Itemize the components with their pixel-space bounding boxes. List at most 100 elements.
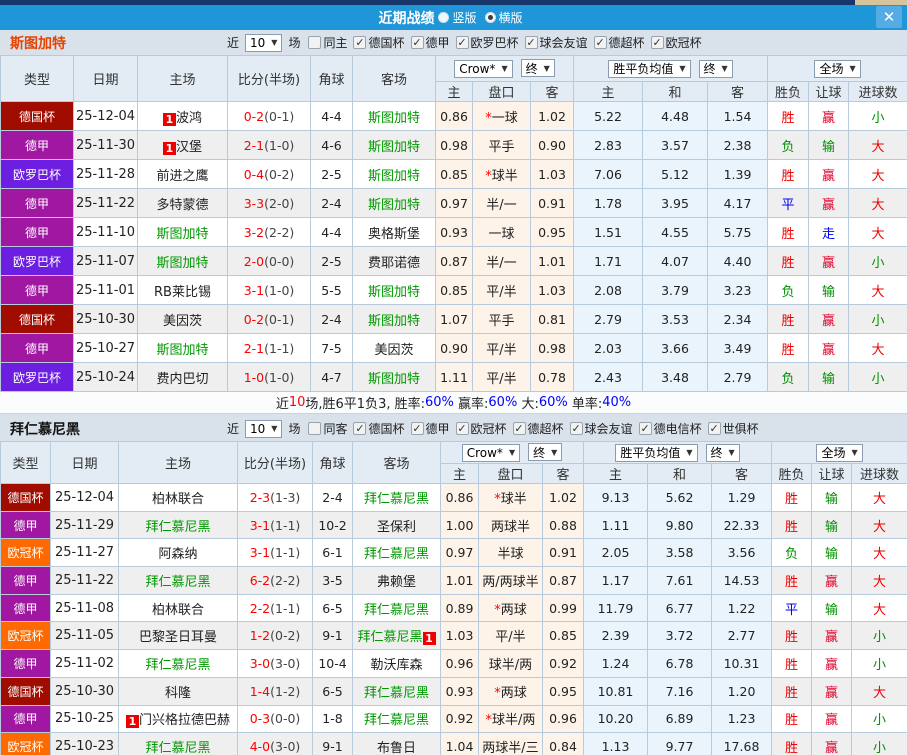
league-6-checkbox[interactable]	[708, 422, 721, 435]
halftime-score: (0-0)	[264, 254, 294, 269]
league-1-checkbox[interactable]	[411, 36, 424, 49]
home-team: RB莱比锡	[138, 276, 228, 305]
fulltime-score: 0-2	[244, 109, 264, 124]
league-1-label[interactable]: 德甲	[426, 420, 450, 437]
handicap-line: 两球半/三	[479, 733, 543, 755]
vertical-layout-radio[interactable]	[438, 12, 449, 23]
home-team: 拜仁慕尼黑	[119, 650, 238, 678]
league-2-label[interactable]: 欧冠杯	[471, 420, 507, 437]
match-date: 25-12-04	[74, 102, 138, 131]
close-icon[interactable]: ✕	[876, 6, 902, 28]
match-date: 25-10-23	[51, 733, 119, 755]
league-0-checkbox[interactable]	[353, 36, 366, 49]
sub-header-6: 胜负	[772, 464, 812, 484]
league-3-label[interactable]: 球会友谊	[540, 34, 588, 51]
odds-final-select[interactable]: 终▼	[521, 59, 555, 77]
league-1-checkbox[interactable]	[411, 422, 424, 435]
same-venue-label[interactable]: 同主	[323, 34, 347, 51]
league-4-label[interactable]: 德超杯	[609, 34, 645, 51]
halftime-score: (1-1)	[270, 601, 300, 616]
same-venue-checkbox[interactable]	[308, 422, 321, 435]
europe-away-odds: 4.17	[708, 189, 768, 218]
handicap-home-odds: 0.86	[436, 102, 473, 131]
league-type-badge: 德甲	[1, 189, 74, 218]
chevron-down-icon: ▼	[722, 64, 728, 73]
league-5-label[interactable]: 德电信杯	[654, 420, 702, 437]
away-team-name: 美因茨	[374, 343, 413, 358]
odds-final-select[interactable]: 终▼	[528, 443, 562, 461]
europe-home-odds: 2.83	[574, 131, 643, 160]
horizontal-layout-radio[interactable]	[485, 12, 496, 23]
away-team-name: 拜仁慕尼黑	[364, 713, 429, 728]
match-row: 德甲25-11-10斯图加特3-2(2-2)4-4奥格斯堡0.93一球0.951…	[1, 218, 907, 247]
chevron-down-icon: ▼	[849, 64, 855, 73]
match-row: 欧罗巴杯25-11-28前进之鹰0-4(0-2)2-5斯图加特0.85*球半1.…	[1, 160, 907, 189]
same-venue-label[interactable]: 同客	[323, 420, 347, 437]
europe-away-odds: 3.23	[708, 276, 768, 305]
chevron-down-icon: ▼	[501, 64, 507, 73]
league-0-label[interactable]: 德国杯	[368, 420, 404, 437]
horizontal-layout-label[interactable]: 横版	[499, 9, 523, 26]
col-type: 类型	[1, 56, 74, 102]
match-scope-select[interactable]: 全场▼	[814, 60, 860, 78]
home-team-name: 美因茨	[163, 314, 202, 329]
chevron-down-icon: ▼	[729, 448, 735, 457]
halftime-score: (1-3)	[270, 490, 300, 505]
match-row: 德甲25-10-251门兴格拉德巴赫0-3(0-0)1-8拜仁慕尼黑0.92*球…	[1, 705, 907, 733]
match-row: 德甲25-11-08柏林联合2-2(1-1)6-5拜仁慕尼黑0.89*两球0.9…	[1, 594, 907, 622]
europe-final-select[interactable]: 终▼	[699, 60, 733, 78]
away-team: 斯图加特	[353, 189, 436, 218]
match-row: 德甲25-11-02拜仁慕尼黑3-0(3-0)10-4勒沃库森0.96球半/两0…	[1, 650, 907, 678]
league-1-label[interactable]: 德甲	[426, 34, 450, 51]
league-0-checkbox[interactable]	[353, 422, 366, 435]
match-scope-select-value: 全场	[821, 444, 845, 461]
europe-away-odds: 2.79	[708, 363, 768, 392]
league-4-checkbox[interactable]	[570, 422, 583, 435]
europe-odds-select-value: 胜平负均值	[613, 60, 673, 77]
league-4-label[interactable]: 球会友谊	[585, 420, 633, 437]
europe-final-select[interactable]: 终▼	[706, 444, 740, 462]
match-filters: 近10▼场同客德国杯德甲欧冠杯德超杯球会友谊德电信杯世俱杯	[225, 420, 759, 438]
league-3-checkbox[interactable]	[513, 422, 526, 435]
match-date: 25-11-07	[74, 247, 138, 276]
league-5-checkbox[interactable]	[639, 422, 652, 435]
league-4-checkbox[interactable]	[594, 36, 607, 49]
odds-source-select[interactable]: Crow*▼	[462, 444, 520, 462]
handicap-home-odds: 0.85	[436, 160, 473, 189]
league-3-label[interactable]: 德超杯	[528, 420, 564, 437]
same-venue-checkbox[interactable]	[308, 36, 321, 49]
handicap-away-odds: 0.91	[543, 539, 584, 567]
corner-count: 2-4	[313, 484, 353, 512]
vertical-layout-label[interactable]: 竖版	[452, 9, 476, 26]
league-6-label[interactable]: 世俱杯	[723, 420, 759, 437]
europe-odds-select[interactable]: 胜平负均值▼	[615, 444, 697, 462]
league-5-label[interactable]: 欧冠杯	[666, 34, 702, 51]
match-score: 3-2(2-2)	[228, 218, 311, 247]
match-scope-select[interactable]: 全场▼	[816, 444, 862, 462]
europe-final-select-value: 终	[711, 444, 723, 461]
games-count-select-value: 10	[250, 36, 265, 50]
match-row: 德国杯25-10-30科隆1-4(1-2)6-5拜仁慕尼黑0.93*两球0.95…	[1, 677, 907, 705]
europe-odds-select[interactable]: 胜平负均值 ▼	[608, 60, 690, 78]
league-5-checkbox[interactable]	[651, 36, 664, 49]
league-0-label[interactable]: 德国杯	[368, 34, 404, 51]
league-3-checkbox[interactable]	[525, 36, 538, 49]
games-count-select[interactable]: 10▼	[245, 34, 282, 52]
handicap-away-odds: 0.99	[543, 594, 584, 622]
handicap-home-odds: 1.01	[441, 567, 479, 595]
games-count-select[interactable]: 10▼	[245, 420, 282, 438]
sub-header-3: 主	[584, 464, 648, 484]
europe-home-odds: 2.05	[584, 539, 648, 567]
europe-home-odds: 10.20	[584, 705, 648, 733]
odds-source-select[interactable]: Crow*▼	[454, 60, 512, 78]
result-handicap: 赢	[812, 650, 852, 678]
col-score: 比分(半场)	[228, 56, 311, 102]
league-2-label[interactable]: 欧罗巴杯	[471, 34, 519, 51]
league-2-checkbox[interactable]	[456, 422, 469, 435]
result-win-draw-loss: 胜	[772, 484, 812, 512]
away-team-name: 圣保利	[377, 520, 416, 535]
match-filters: 近10▼场同主德国杯德甲欧罗巴杯球会友谊德超杯欧冠杯	[225, 34, 702, 52]
chevron-down-icon: ▼	[679, 64, 685, 73]
sub-header-0: 主	[436, 82, 473, 102]
league-2-checkbox[interactable]	[456, 36, 469, 49]
